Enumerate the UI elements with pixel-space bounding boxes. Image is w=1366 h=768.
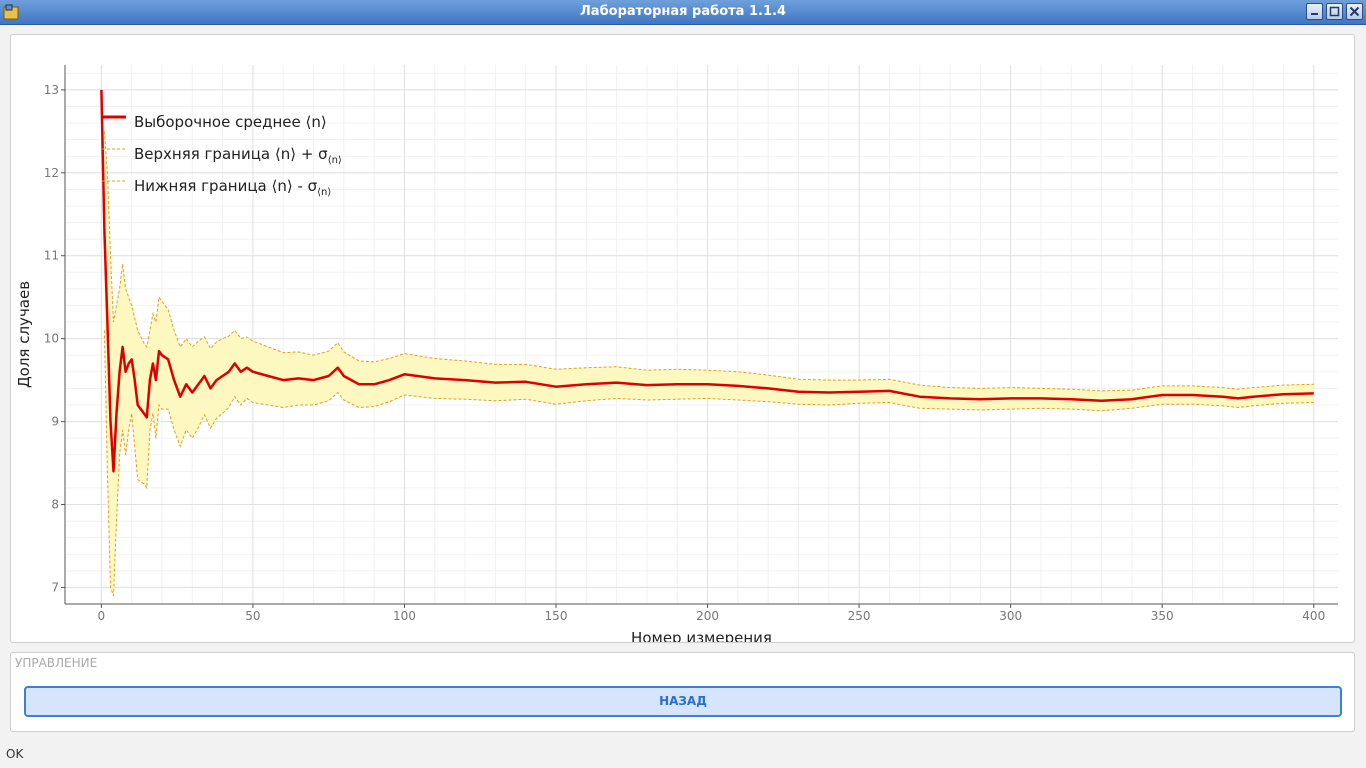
control-panel: УПРАВЛЕНИЕ НАЗАД [10,652,1355,732]
y-tick-label: 13 [44,83,59,97]
x-axis-label: Номер измерения [631,629,772,642]
y-tick-label: 11 [44,249,59,263]
chart: 0 50 100 150 200 250 300 350 400 7 8 9 10 11 12 13 Номер… [15,65,1338,642]
legend-lower-label: Нижняя граница ⟨n⟩ - σ⟨n⟩ [134,177,331,198]
window-title: Лабораторная работа 1.1.4 [580,4,786,19]
legend-mean-label: Выборочное среднее ⟨n⟩ [134,113,327,131]
maximize-icon [1329,6,1340,17]
legend-upper-label: Верхняя граница ⟨n⟩ + σ⟨n⟩ [134,145,342,166]
close-button[interactable] [1346,3,1363,20]
y-tick-label: 7 [51,580,59,594]
x-tick-label: 300 [999,609,1022,623]
x-tick-label: 400 [1302,609,1325,623]
minimize-button[interactable] [1306,3,1323,20]
status-bar: OK [0,741,1366,768]
x-tick-label: 50 [245,609,260,623]
y-tick-label: 9 [51,415,59,429]
close-icon [1349,6,1360,17]
x-tick-label: 350 [1151,609,1174,623]
x-tick-label: 200 [696,609,719,623]
y-axis-label: Доля случаев [15,281,33,388]
chart-panel: 0 50 100 150 200 250 300 350 400 7 8 9 10 11 12 13 Номер… [10,34,1355,643]
minimize-icon [1311,13,1318,15]
x-tick-label: 150 [545,609,568,623]
y-tick-label: 10 [44,332,59,346]
y-tick-label: 12 [44,166,59,180]
y-tick-label: 8 [51,497,59,511]
x-tick-label: 250 [848,609,871,623]
maximize-button[interactable] [1326,3,1343,20]
control-panel-title: УПРАВЛЕНИЕ [15,656,98,670]
status-text: OK [6,747,24,761]
x-tick-label: 100 [393,609,416,623]
title-bar: Лабораторная работа 1.1.4 [0,0,1366,25]
back-button[interactable]: НАЗАД [24,686,1342,717]
x-tick-label: 0 [98,609,106,623]
